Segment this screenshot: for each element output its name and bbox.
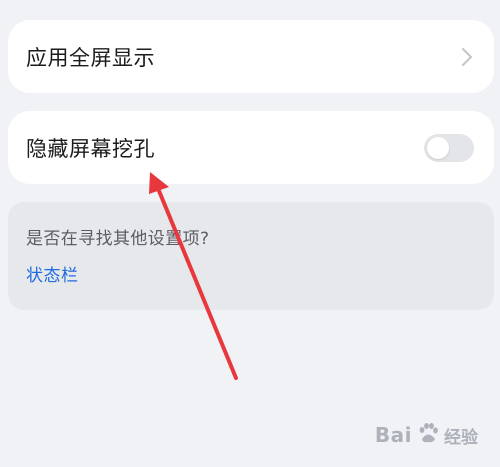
- baidu-watermark: Bai 经验: [375, 421, 478, 449]
- watermark-subtitle: 经验: [444, 427, 478, 448]
- paw-icon: [416, 421, 440, 449]
- annotation-arrow: [149, 172, 238, 380]
- watermark-brand: Bai: [374, 423, 412, 447]
